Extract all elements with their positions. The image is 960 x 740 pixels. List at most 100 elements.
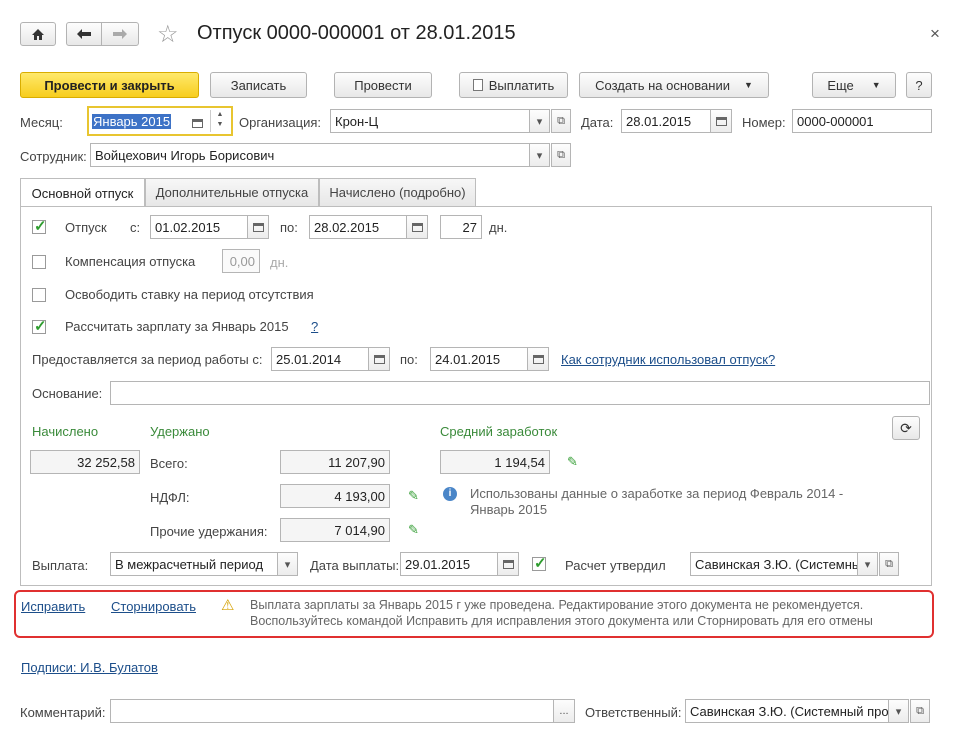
how-used-link[interactable]: Как сотрудник использовал отпуск?: [561, 352, 775, 367]
period-to-calendar-button[interactable]: [527, 347, 549, 371]
calc-salary-checkbox[interactable]: ✓: [32, 318, 47, 335]
favorite-star-icon[interactable]: ☆: [157, 20, 179, 49]
average-earnings-field[interactable]: 1 194,54: [440, 450, 550, 474]
fix-link[interactable]: Исправить: [21, 599, 85, 614]
pay-date-calendar-button[interactable]: [497, 552, 519, 576]
window-title: Отпуск 0000-000001 от 28.01.2015: [197, 22, 516, 44]
calendar-icon: [411, 222, 423, 232]
date-field[interactable]: 28.01.2015: [621, 109, 711, 133]
checkmark-icon: ✓: [534, 555, 547, 572]
compensation-days-field[interactable]: 0,00: [222, 249, 260, 273]
responsible-dropdown-button[interactable]: ▾: [888, 699, 909, 723]
accrued-value-field[interactable]: 32 252,58: [30, 450, 140, 474]
edit-pencil-icon[interactable]: ✎: [408, 488, 419, 504]
calendar-icon[interactable]: [192, 116, 203, 131]
other-withholdings-field[interactable]: 7 014,90: [280, 518, 390, 542]
payout-dropdown-button[interactable]: ▾: [277, 552, 298, 576]
calc-salary-help-link[interactable]: ?: [311, 319, 318, 334]
vacation-to-field[interactable]: 28.02.2015: [309, 215, 407, 239]
approved-by-dropdown-button[interactable]: ▾: [857, 552, 878, 576]
info-icon: i: [443, 487, 457, 501]
home-icon: [32, 28, 44, 40]
comment-more-button[interactable]: ...: [553, 699, 575, 723]
date-label: Дата:: [581, 115, 614, 130]
period-from-calendar-button[interactable]: [368, 347, 390, 371]
edit-pencil-icon[interactable]: ✎: [567, 454, 578, 470]
vacation-from-calendar-button[interactable]: [247, 215, 269, 239]
dropdown-arrow-icon: ▼: [743, 80, 753, 90]
refresh-button[interactable]: ⟳: [892, 416, 920, 440]
employee-dropdown-button[interactable]: ▾: [529, 143, 550, 167]
calendar-icon: [373, 354, 385, 364]
create-based-label: Создать на основании: [595, 77, 730, 93]
employee-field[interactable]: Войцехович Игорь Борисович: [90, 143, 530, 167]
post-button[interactable]: Провести: [334, 72, 432, 98]
arrow-left-icon: [77, 29, 91, 39]
info-text-line1: Использованы данные о заработке за перио…: [470, 486, 844, 501]
days-label: дн.: [489, 220, 508, 235]
withheld-header: Удержано: [150, 424, 210, 439]
close-icon[interactable]: ×: [930, 24, 940, 44]
home-button[interactable]: [20, 22, 56, 46]
to-label: по:: [280, 220, 298, 235]
vacation-to-calendar-button[interactable]: [406, 215, 428, 239]
forward-button[interactable]: [101, 22, 139, 46]
responsible-open-button[interactable]: ⧉: [910, 699, 930, 723]
approved-by-field[interactable]: Савинская З.Ю. (Системны: [690, 552, 858, 576]
document-icon: [472, 79, 483, 91]
signatures-link[interactable]: Подписи: И.В. Булатов: [21, 660, 158, 675]
free-rate-checkbox[interactable]: [32, 288, 46, 302]
pay-date-field[interactable]: 29.01.2015: [400, 552, 498, 576]
warning-text-line2: Воспользуйтесь командой Исправить для ис…: [250, 614, 873, 628]
back-button[interactable]: [66, 22, 102, 46]
date-calendar-button[interactable]: [710, 109, 732, 133]
withheld-total-field[interactable]: 11 207,90: [280, 450, 390, 474]
organization-dropdown-button[interactable]: ▾: [529, 109, 550, 133]
period-to-field[interactable]: 24.01.2015: [430, 347, 528, 371]
month-label: Месяц:: [20, 115, 63, 130]
compensation-label: Компенсация отпуска: [65, 254, 196, 269]
create-based-on-button[interactable]: Создать на основании ▼: [579, 72, 769, 98]
payout-field[interactable]: В межрасчетный период: [110, 552, 278, 576]
employee-open-button[interactable]: ⧉: [551, 143, 571, 167]
comment-field[interactable]: [110, 699, 554, 723]
pay-button[interactable]: Выплатить: [459, 72, 568, 98]
help-button[interactable]: ?: [906, 72, 932, 98]
reverse-link[interactable]: Сторнировать: [111, 599, 196, 614]
save-button[interactable]: Записать: [210, 72, 307, 98]
compensation-checkbox[interactable]: [32, 255, 46, 269]
calendar-icon: [532, 354, 544, 364]
tab-main-vacation[interactable]: Основной отпуск: [20, 178, 145, 207]
organization-field[interactable]: Крон-Ц: [330, 109, 530, 133]
approved-by-open-button[interactable]: ⧉: [879, 552, 899, 576]
calc-salary-label: Рассчитать зарплату за Январь 2015: [65, 319, 289, 334]
number-field[interactable]: 0000-000001: [792, 109, 932, 133]
month-stepper[interactable]: ▲ ▼: [210, 110, 229, 132]
tab-additional-vacations[interactable]: Дополнительные отпуска: [145, 178, 319, 206]
calendar-icon: [715, 116, 727, 126]
from-label: с:: [130, 220, 141, 235]
organization-open-button[interactable]: ⧉: [551, 109, 571, 133]
other-withholdings-label: Прочие удержания:: [150, 524, 268, 539]
period-label: Предоставляется за период работы с:: [32, 352, 263, 367]
free-rate-label: Освободить ставку на период отсутствия: [65, 287, 314, 302]
approved-label: Расчет утвердил: [565, 558, 666, 573]
more-button[interactable]: Еще ▼: [812, 72, 896, 98]
approved-checkbox[interactable]: ✓: [532, 555, 547, 572]
basis-field[interactable]: [110, 381, 930, 405]
responsible-field[interactable]: Савинская З.Ю. (Системный про: [685, 699, 889, 723]
period-from-field[interactable]: 25.01.2014: [271, 347, 369, 371]
info-text-line2: Январь 2015: [470, 502, 548, 517]
post-and-close-button[interactable]: Провести и закрыть: [20, 72, 199, 98]
basis-label: Основание:: [32, 386, 103, 401]
arrow-right-icon: [113, 29, 127, 39]
vacation-days-field[interactable]: 27: [440, 215, 482, 239]
pay-date-label: Дата выплаты:: [310, 558, 400, 573]
edit-pencil-icon[interactable]: ✎: [408, 522, 419, 538]
vacation-checkbox[interactable]: ✓: [32, 218, 47, 235]
payout-label: Выплата:: [32, 558, 89, 573]
calendar-icon: [502, 559, 514, 569]
tab-accrued-details[interactable]: Начислено (подробно): [319, 178, 476, 206]
vacation-from-field[interactable]: 01.02.2015: [150, 215, 248, 239]
ndfl-field[interactable]: 4 193,00: [280, 484, 390, 508]
